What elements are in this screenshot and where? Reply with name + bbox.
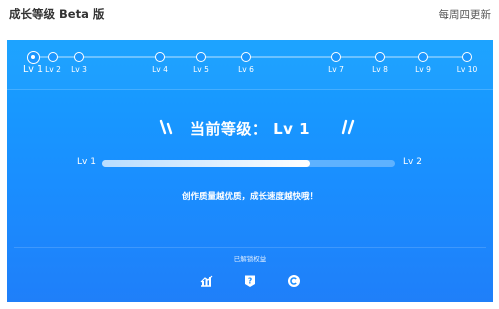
progress-track (102, 160, 395, 167)
level-node-label: Lv 10 (456, 65, 478, 74)
level-node-label: Lv 1 (23, 63, 43, 75)
chart-icon[interactable] (199, 274, 213, 288)
level-node-label: Lv 7 (328, 65, 344, 74)
progress-fill (102, 160, 311, 167)
growth-level-card: Lv 1 Lv 2 Lv 3 Lv 4 Lv 5 Lv 6 Lv 7 Lv 8 Lv 9 Lv 1… (7, 40, 493, 302)
level-timeline: Lv 1 Lv 2 Lv 3 Lv 4 Lv 5 Lv 6 Lv 7 Lv 8 Lv 9 Lv 1… (7, 40, 493, 90)
level-node (241, 52, 251, 62)
question-badge-icon[interactable]: ? (243, 274, 257, 288)
level-node-label: Lv 6 (238, 65, 254, 74)
decor-right-icon (341, 119, 355, 135)
page-title: 成长等级 Beta 版 (9, 7, 105, 21)
level-node-label: Lv 3 (71, 65, 87, 74)
level-node (48, 52, 58, 62)
level-node (196, 52, 206, 62)
copyright-icon[interactable] (287, 274, 301, 288)
level-node-label: Lv 2 (45, 65, 61, 74)
progress-to-label: Lv 2 (403, 157, 422, 167)
level-node (331, 52, 341, 62)
progress-from-label: Lv 1 (77, 157, 96, 167)
level-node (418, 52, 428, 62)
level-progress: Lv 1 Lv 2 (7, 157, 493, 171)
current-level-title: 当前等级： Lv 1 (189, 120, 311, 138)
level-node (375, 52, 385, 62)
level-node-label: Lv 4 (152, 65, 168, 74)
level-node-label: Lv 5 (193, 65, 209, 74)
level-node-label: Lv 9 (415, 65, 431, 74)
divider (14, 247, 486, 248)
unlocked-benefits-title: 已解锁权益 (233, 255, 267, 263)
level-node (155, 52, 165, 62)
level-node-label: Lv 8 (372, 65, 388, 74)
level-node (74, 52, 84, 62)
svg-text:?: ? (248, 277, 252, 286)
update-note: 每周四更新 (438, 9, 492, 21)
level-node (26, 50, 40, 64)
page-header: 成长等级 Beta 版 每周四更新 (0, 0, 499, 32)
timeline-track (31, 56, 471, 58)
level-node (462, 52, 472, 62)
growth-tip: 创作质量越优质，成长速度越快哦！ (181, 192, 318, 202)
